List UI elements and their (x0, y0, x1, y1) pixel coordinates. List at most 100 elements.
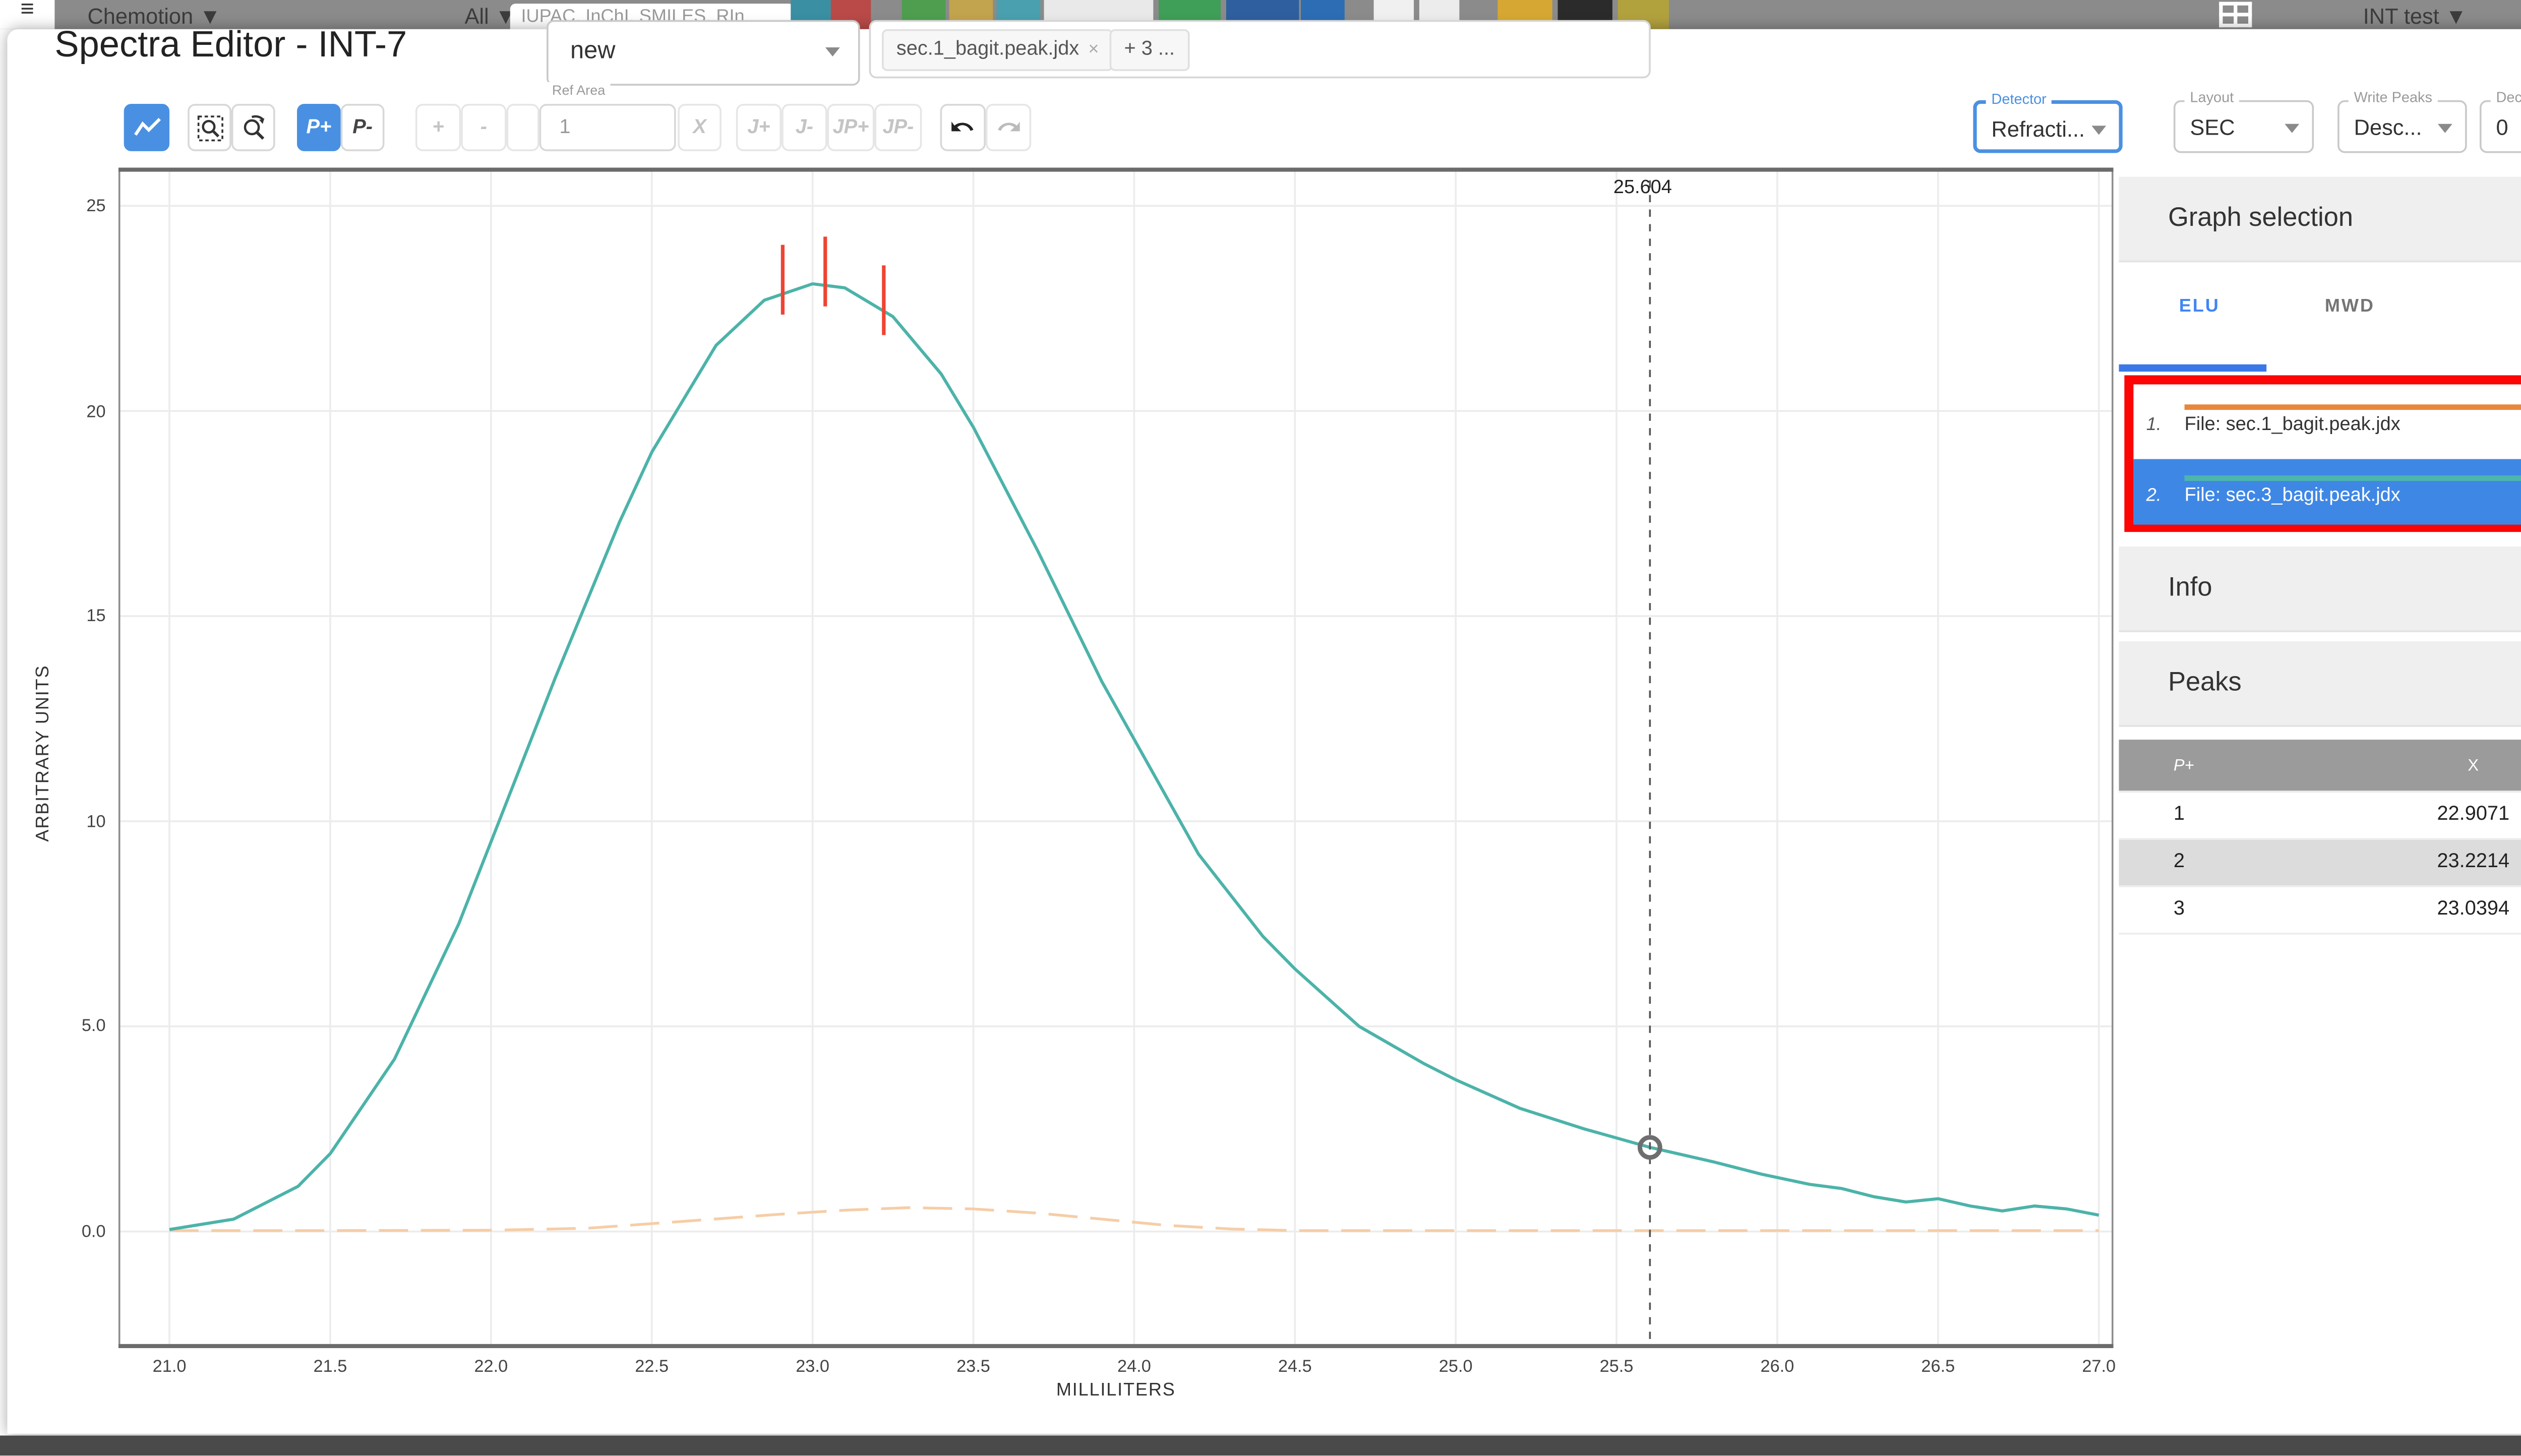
file-label: File: sec.1_bagit.peak.jdx (2184, 413, 2400, 436)
layout-value: SEC (2190, 114, 2235, 141)
ref-clear-button[interactable]: X (678, 103, 722, 151)
detector-label: Detector (1986, 91, 2052, 108)
x-tick-label: 25.5 (1599, 1357, 1634, 1377)
x-tick-label: 25.0 (1438, 1357, 1473, 1377)
y-tick-label: 5.0 (81, 1017, 106, 1038)
detector-select[interactable]: Detector Refracti... (1973, 91, 2123, 153)
layout-label: Layout (2184, 89, 2240, 106)
decimal-select[interactable]: Decimal 0 (2479, 89, 2521, 153)
x-axis-label: MILLILITERS (1056, 1381, 1176, 1401)
zoom-reset-button[interactable] (231, 103, 275, 151)
dataset-select[interactable]: new (547, 20, 860, 86)
menu-icon[interactable]: ≡ (0, 0, 55, 29)
peak-row[interactable]: 2 23.2214 2.24e+1 × (2119, 839, 2521, 887)
file-chip-label: sec.1_bagit.peak.jdx (896, 37, 1079, 59)
grid-icon[interactable] (2219, 2, 2252, 28)
zoom-select-icon (197, 114, 223, 141)
peak-row[interactable]: 3 23.0394 2.31e+1 × (2119, 887, 2521, 935)
file-index: 2. (2146, 486, 2162, 507)
spectrum-line-icon (133, 117, 160, 136)
integration-blank-button[interactable] (506, 103, 539, 151)
chevron-down-icon (2091, 126, 2107, 135)
y-tick-label: 15 (86, 606, 106, 627)
y-tick-label: 20 (86, 402, 106, 422)
x-tick-label: 26.0 (1760, 1357, 1794, 1377)
active-tab-indicator (2119, 364, 2267, 371)
layout-select[interactable]: Layout SEC (2173, 89, 2314, 153)
redo-icon (998, 120, 1020, 131)
graph-file-item[interactable]: 2. File: sec.3_bagit.peak.jdx (2133, 459, 2521, 525)
ref-area-label: Ref Area (547, 82, 611, 99)
write-peaks-value: Desc... (2354, 114, 2422, 141)
peaks-title: Peaks (2168, 669, 2242, 698)
x-tick-label: 23.0 (796, 1357, 830, 1377)
graph-file-item[interactable]: 1. File: sec.1_bagit.peak.jdx (2133, 388, 2521, 457)
peak-remove-button[interactable]: P- (340, 103, 385, 151)
redo-button[interactable] (985, 103, 1032, 151)
col-x: X (2468, 756, 2479, 774)
undo-icon (951, 120, 974, 131)
x-tick-label: 24.0 (1117, 1357, 1151, 1377)
graph-selection-title: Graph selection (2168, 204, 2354, 233)
chevron-down-icon (2285, 124, 2300, 133)
x-tick-label: 21.5 (313, 1357, 347, 1377)
y-axis-label: ARBITRARY UNITS (33, 664, 54, 842)
spectra-chart[interactable]: 25.604 (118, 167, 2114, 1348)
peak-add-button[interactable]: P+ (297, 103, 341, 151)
info-header[interactable]: Info ˅ (2119, 547, 2521, 632)
jp-add-button[interactable]: JP+ (827, 103, 875, 151)
x-tick-label: 27.0 (2082, 1357, 2116, 1377)
dataset-select-value: new (570, 36, 616, 64)
file-chip[interactable]: sec.1_bagit.peak.jdx × (881, 28, 1114, 71)
series-color-line (2184, 404, 2521, 410)
x-tick-label: 22.5 (635, 1357, 669, 1377)
tab-elu[interactable]: ELU (2179, 297, 2220, 317)
peak-x-value: 22.9071 (2437, 803, 2510, 825)
file-chip-container[interactable]: sec.1_bagit.peak.jdx × + 3 ... (869, 20, 1651, 79)
page-title: Spectra Editor - INT-7 (54, 25, 407, 66)
j-remove-button[interactable]: J- (782, 103, 827, 151)
spectrum-line-button[interactable] (124, 103, 170, 151)
series-color-line (2184, 475, 2521, 481)
x-tick-label: 22.0 (474, 1357, 508, 1377)
peaks-header[interactable]: Peaks ˄ (2119, 641, 2521, 727)
integration-remove-button[interactable]: - (461, 103, 507, 151)
y-tick-label: 0.0 (81, 1222, 106, 1243)
more-files-chip[interactable]: + 3 ... (1109, 28, 1189, 71)
x-tick-label: 21.0 (152, 1357, 187, 1377)
zoom-select-button[interactable] (188, 103, 231, 151)
integration-add-button[interactable]: + (415, 103, 461, 151)
peaks-table: P+ X Y -1 22.9071 2.29e+1 ×2 23.2214 2.2… (2119, 740, 2521, 935)
ref-area-value: 1 (559, 116, 571, 139)
x-tick-label: 24.5 (1278, 1357, 1312, 1377)
ref-area-input[interactable]: 1 (539, 103, 676, 151)
peak-row[interactable]: 1 22.9071 2.29e+1 × (2119, 793, 2521, 840)
decimal-value: 0 (2496, 114, 2508, 141)
detector-value: Refracti... (1991, 116, 2085, 142)
x-tick-label: 23.5 (956, 1357, 990, 1377)
search-scope-dropdown[interactable]: All ▼ (464, 4, 516, 28)
write-peaks-select[interactable]: Write Peaks Desc... (2337, 89, 2467, 153)
tab-mwd[interactable]: MWD (2325, 297, 2375, 317)
background-bottom-bar (0, 1434, 2521, 1456)
brand-label[interactable]: Chemotion ▼ (87, 4, 221, 28)
info-title: Info (2168, 574, 2212, 603)
project-dropdown[interactable]: INT test ▼ (2363, 4, 2467, 28)
undo-button[interactable] (940, 103, 986, 151)
cursor-position-label: 25.604 (1613, 176, 1672, 198)
j-add-button[interactable]: J+ (736, 103, 782, 151)
peak-x-value: 23.2214 (2437, 851, 2510, 873)
file-index: 1. (2146, 415, 2162, 436)
y-tick-label: 10 (86, 812, 106, 832)
chip-close-icon[interactable]: × (1088, 39, 1099, 59)
graph-selection-header[interactable]: Graph selection ˄ (2119, 176, 2521, 263)
chevron-down-icon (2437, 124, 2452, 133)
write-peaks-label: Write Peaks (2348, 89, 2438, 106)
spectra-editor-screen: ≡ Chemotion ▼ All ▼ IUPAC, InChI, SMILES… (0, 0, 2521, 1456)
chevron-down-icon (825, 47, 840, 57)
file-label: File: sec.3_bagit.peak.jdx (2184, 484, 2400, 507)
jp-remove-button[interactable]: JP- (874, 103, 922, 151)
zoom-reset-icon (243, 114, 264, 139)
decimal-label: Decimal (2490, 89, 2521, 106)
x-tick-label: 26.5 (1921, 1357, 1955, 1377)
